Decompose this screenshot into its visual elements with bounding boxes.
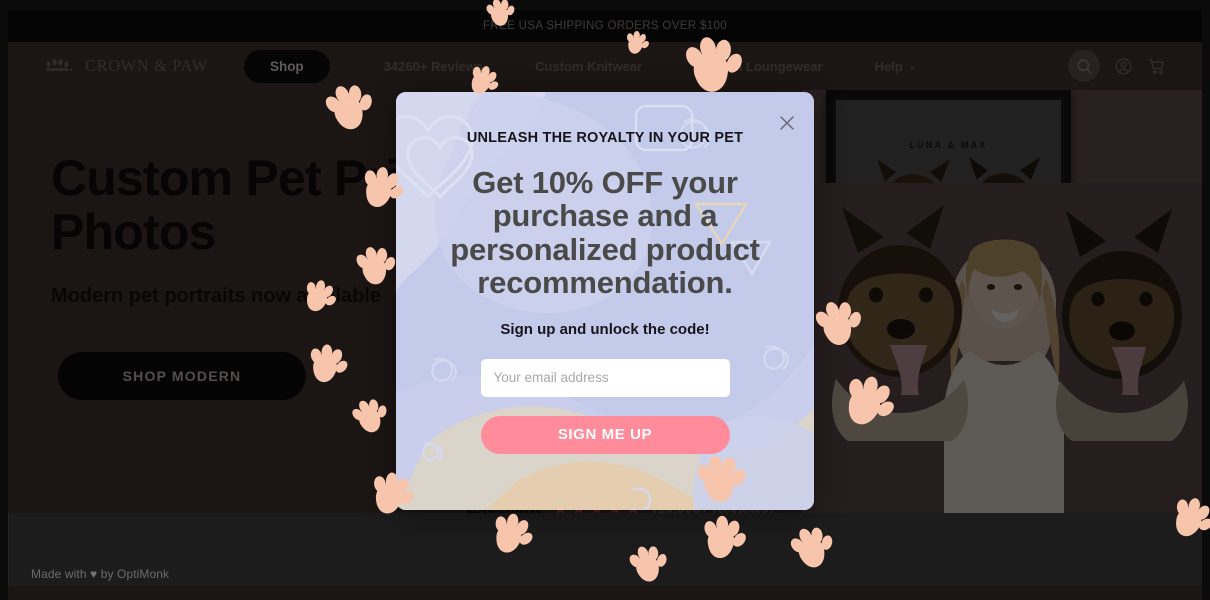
account-icon[interactable] xyxy=(1114,57,1133,76)
nav-item-help[interactable]: Help ⌄ xyxy=(849,59,943,74)
hero-headline-line2: Photos xyxy=(51,203,216,260)
crown-paw-icon xyxy=(46,58,73,71)
nav-item-custom-loungewear[interactable]: Custom Loungewear xyxy=(668,59,849,74)
site-header: CROWN & PAW Shop 34260+ Reviews Custom K… xyxy=(8,42,1202,90)
nav-item-reviews[interactable]: 34260+ Reviews xyxy=(358,59,509,74)
optimonk-credit: Made with ♥ by OptiMonk xyxy=(31,567,169,581)
chevron-down-icon: ⌄ xyxy=(908,60,917,71)
announcement-text: FREE USA SHIPPING ORDERS OVER $100 xyxy=(483,20,727,32)
modal-content: UNLEASH THE ROYALTY IN YOUR PET Get 10% … xyxy=(396,92,814,510)
woman-with-dogs-photo xyxy=(802,183,1202,513)
editor-bottom-strip xyxy=(8,586,1202,600)
editor-footer-panel: Made with ♥ by OptiMonk xyxy=(8,513,1202,592)
sign-me-up-button[interactable]: SIGN ME UP xyxy=(480,415,730,454)
shop-modern-button[interactable]: SHOP MODERN xyxy=(58,352,306,400)
credit-suffix: by OptiMonk xyxy=(97,567,170,581)
brand-logo[interactable]: CROWN & PAW xyxy=(44,56,208,76)
modal-subtext: Sign up and unlock the code! xyxy=(500,320,710,338)
email-field[interactable] xyxy=(480,358,730,397)
promo-popup-modal: UNLEASH THE ROYALTY IN YOUR PET Get 10% … xyxy=(396,92,814,510)
screen: FREE USA SHIPPING ORDERS OVER $100 CROWN… xyxy=(0,0,1210,600)
shop-button[interactable]: Shop xyxy=(243,49,330,83)
brand-name: CROWN & PAW xyxy=(85,56,208,75)
cart-icon[interactable] xyxy=(1147,57,1166,76)
modal-headline: Get 10% OFF your purchase and a personal… xyxy=(450,165,760,301)
close-icon xyxy=(780,116,794,130)
header-icons xyxy=(1068,50,1166,82)
nav-item-custom-knitwear[interactable]: Custom Knitwear xyxy=(509,59,668,74)
close-button[interactable] xyxy=(776,112,798,134)
modal-eyebrow: UNLEASH THE ROYALTY IN YOUR PET xyxy=(466,130,744,146)
shop-modern-label: SHOP MODERN xyxy=(122,368,242,384)
nav-item-help-label: Help xyxy=(874,58,903,74)
search-icon xyxy=(1076,58,1092,74)
shop-button-label: Shop xyxy=(269,58,304,74)
nav-item-custom-knitwear-label: Custom Knitwear xyxy=(535,58,642,74)
main-navigation: 34260+ Reviews Custom Knitwear Custom Lo… xyxy=(358,59,943,74)
announcement-bar: FREE USA SHIPPING ORDERS OVER $100 xyxy=(8,10,1202,42)
search-button[interactable] xyxy=(1068,50,1100,82)
nav-item-custom-loungewear-label: Custom Loungewear xyxy=(693,58,823,74)
credit-prefix: Made with xyxy=(31,567,91,581)
hero-photo: LUNA & MAX xyxy=(802,90,1202,513)
nav-item-reviews-label: 34260+ Reviews xyxy=(383,58,484,74)
